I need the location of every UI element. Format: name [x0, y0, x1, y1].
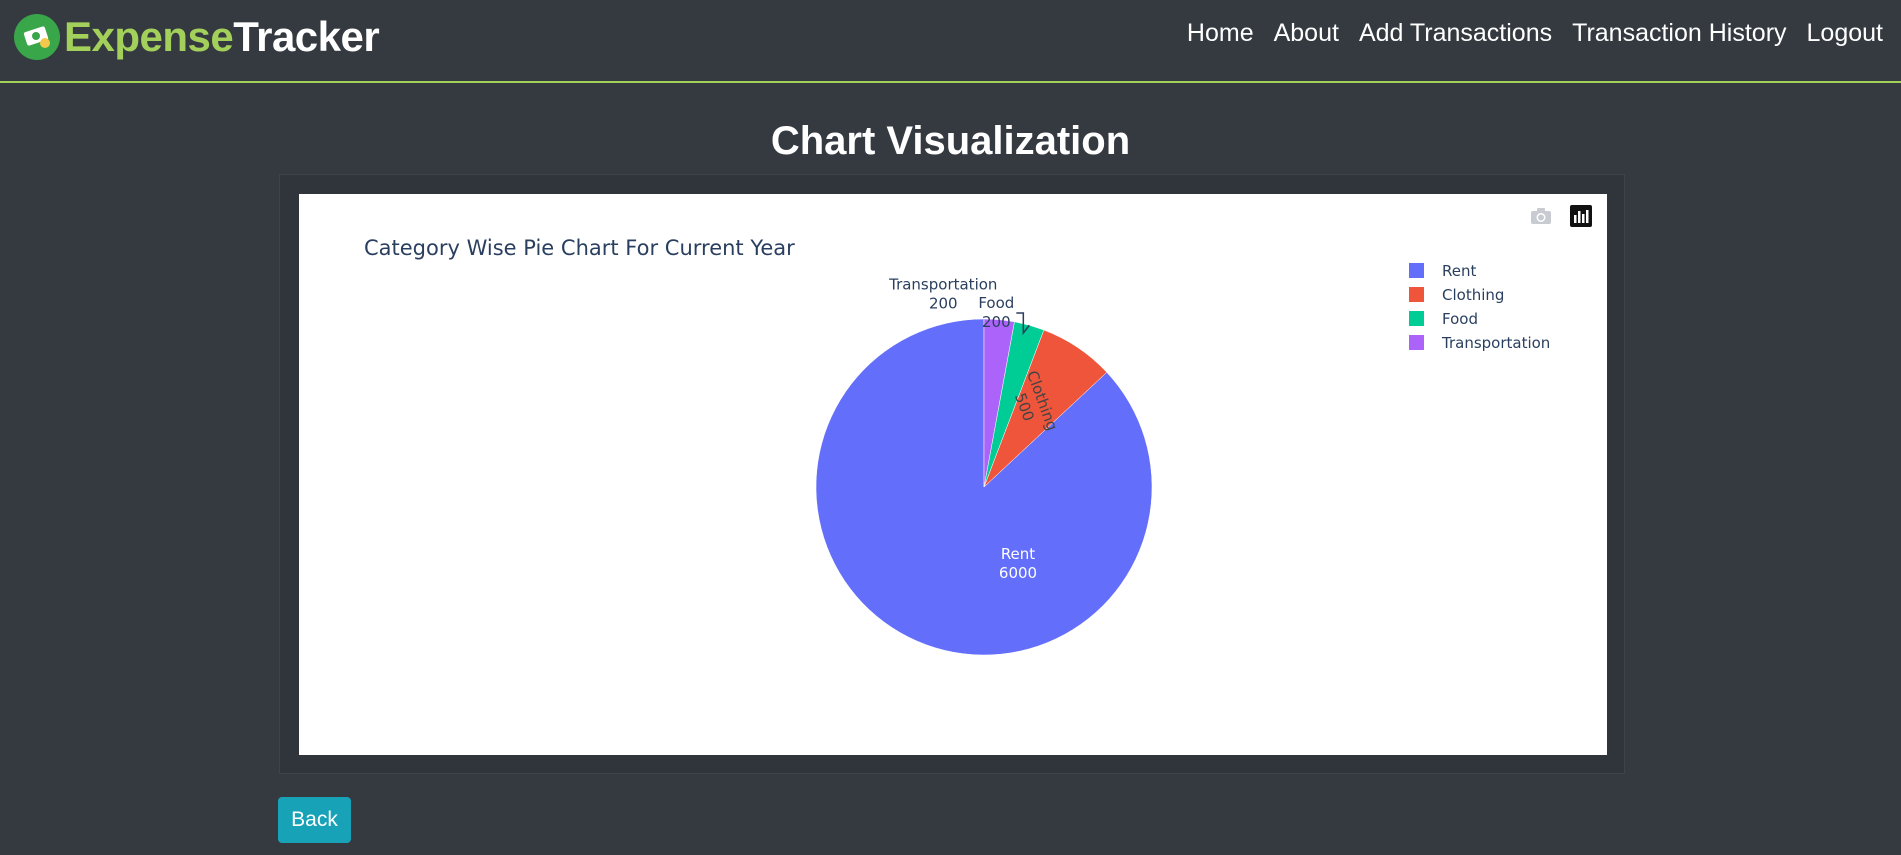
brand-name-part2: Tracker [233, 13, 380, 60]
legend-label-food[interactable]: Food [1442, 310, 1478, 328]
nav-link-home[interactable]: Home [1187, 16, 1254, 50]
pie-label-food: Food 200 [978, 294, 1014, 331]
legend-swatch-transportation[interactable] [1409, 335, 1424, 350]
legend-label-transportation[interactable]: Transportation [1441, 334, 1550, 352]
nav-link-about[interactable]: About [1274, 16, 1339, 50]
page-title: Chart Visualization [770, 119, 1131, 163]
money-logo-icon [14, 14, 60, 60]
nav-link-transaction-history[interactable]: Transaction History [1572, 16, 1786, 50]
nav-link-logout[interactable]: Logout [1807, 16, 1883, 50]
nav-link-add-transactions[interactable]: Add Transactions [1359, 16, 1552, 50]
pie-chart: Category Wise Pie Chart For Current Year… [364, 236, 1550, 656]
navbar: ExpenseTracker Home About Add Transactio… [0, 0, 1901, 83]
pie-group [815, 318, 1153, 656]
plotly-logo-icon[interactable] [1567, 204, 1595, 228]
nav-links: Home About Add Transactions Transaction … [1167, 16, 1883, 50]
legend-swatch-food[interactable] [1409, 311, 1424, 326]
brand-name: ExpenseTracker [64, 13, 380, 60]
legend-label-rent[interactable]: Rent [1442, 262, 1476, 280]
brand-name-part1: Expense [64, 13, 234, 60]
chart-modebar [1527, 204, 1607, 228]
chart-area: Category Wise Pie Chart For Current Year… [299, 194, 1607, 755]
legend-label-clothing[interactable]: Clothing [1442, 286, 1504, 304]
legend: Rent Clothing Food Transportation [1409, 262, 1550, 352]
brand[interactable]: ExpenseTracker [14, 13, 380, 60]
camera-icon[interactable] [1527, 204, 1555, 228]
pie-label-rent: Rent 6000 [999, 545, 1037, 582]
chart-title: Category Wise Pie Chart For Current Year [364, 236, 795, 260]
legend-swatch-rent[interactable] [1409, 263, 1424, 278]
legend-swatch-clothing[interactable] [1409, 287, 1424, 302]
back-button[interactable]: Back [278, 797, 351, 843]
